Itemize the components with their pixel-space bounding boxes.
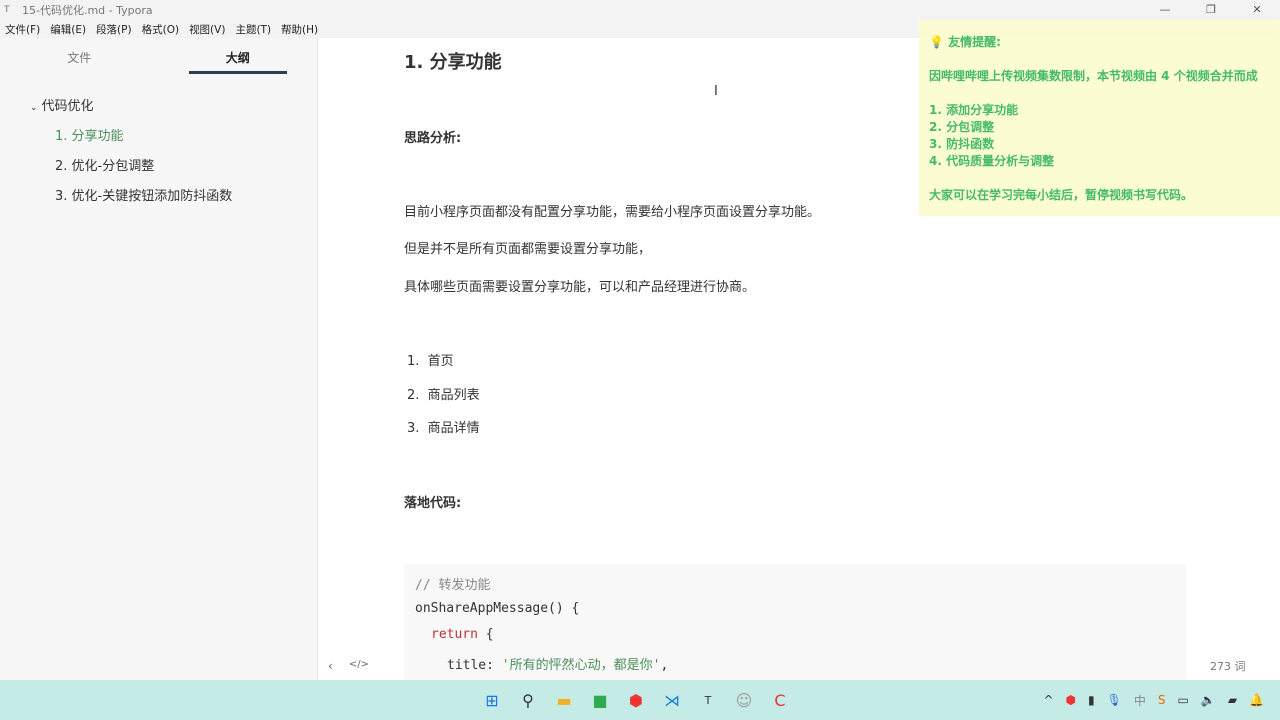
menu-paragraph[interactable]: 段落(P) — [96, 22, 132, 37]
file-explorer-icon[interactable]: ▬ — [546, 682, 582, 718]
search-icon[interactable]: ⚲ — [510, 682, 546, 718]
menu-edit[interactable]: 编辑(E) — [50, 22, 86, 37]
chevron-up-icon[interactable]: ^ — [1043, 693, 1053, 707]
code-line: return { — [431, 627, 494, 642]
code-line: onShareAppMessage() { — [415, 600, 580, 616]
outline-item-root[interactable]: ⌄ 代码优化 — [0, 92, 317, 122]
code-block[interactable]: // 转发功能 onShareAppMessage() { return { t… — [404, 564, 1186, 680]
window-title: 15-代码优化.md - Typora — [22, 4, 153, 17]
volume-icon[interactable]: 🔈 — [1201, 693, 1216, 707]
bookmark-icon[interactable]: ▮ — [1088, 693, 1095, 707]
menu-theme[interactable]: 主题(T) — [235, 22, 271, 37]
sogou-icon[interactable]: S — [1158, 693, 1166, 707]
menu-file[interactable]: 文件(F) — [5, 22, 40, 37]
app-c-icon[interactable]: C — [762, 682, 798, 718]
microphone-icon[interactable]: 🎙 — [1107, 693, 1122, 707]
tip-overlay: 💡 友情提醒: 因哔哩哔哩上传视频集数限制，本节视频由 4 个视频合并而成 1.… — [919, 20, 1280, 216]
source-code-toggle-icon[interactable]: </> — [349, 659, 369, 673]
paragraph: 具体哪些页面需要设置分享功能，可以和产品经理进行协商。 — [404, 280, 756, 295]
system-tray: ^ ⬢ ▮ 🎙 中 S ▭ 🔈 ▰ 🔔 — [1043, 680, 1264, 720]
code-title: 落地代码: — [404, 496, 462, 511]
tip-item: 1. 添加分享功能 — [929, 103, 1019, 117]
text-cursor: I — [714, 84, 718, 99]
sidebar: 文件 大纲 ⌄ 代码优化 1. 分享功能 2. 优化-分包调整 3. 优化-关键按… — [0, 38, 318, 680]
tip-title: 友情提醒: — [948, 35, 1001, 49]
close-button[interactable]: ✕ — [1234, 0, 1280, 20]
outline-item[interactable]: 1. 分享功能 — [0, 122, 317, 152]
typora-icon[interactable]: T — [690, 682, 726, 718]
tab-outline[interactable]: 大纲 — [159, 38, 318, 74]
chevron-down-icon[interactable]: ⌄ — [30, 103, 38, 113]
app-green-icon[interactable]: ■ — [582, 682, 618, 718]
paragraph: 但是并不是所有页面都需要设置分享功能， — [404, 242, 652, 257]
tip-footer: 大家可以在学习完每小结后，暂停视频书写代码。 — [929, 188, 1194, 202]
list-item: 3. 商品详情 — [407, 421, 480, 436]
outline-label: 代码优化 — [41, 99, 94, 114]
list-item: 1. 首页 — [407, 354, 454, 369]
analysis-title: 思路分析: — [404, 131, 462, 146]
outline: ⌄ 代码优化 1. 分享功能 2. 优化-分包调整 3. 优化-关键按钮添加防抖函… — [0, 74, 317, 212]
tray-app-icon[interactable]: ⬢ — [1066, 693, 1076, 707]
lightbulb-icon: 💡 — [929, 35, 944, 49]
heading: 1. 分享功能 — [404, 52, 502, 73]
menu-format[interactable]: 格式(O) — [142, 22, 179, 37]
tip-line: 因哔哩哔哩上传视频集数限制，本节视频由 4 个视频合并而成 — [929, 69, 1258, 83]
menu-help[interactable]: 帮助(H) — [281, 22, 318, 37]
tab-files[interactable]: 文件 — [0, 38, 159, 74]
restore-button[interactable]: ❐ — [1188, 0, 1234, 20]
minimize-button[interactable]: — — [1142, 0, 1188, 20]
battery-icon[interactable]: ▰ — [1228, 693, 1237, 707]
app-icon: T — [4, 5, 10, 15]
tip-item: 2. 分包调整 — [929, 120, 995, 134]
chevron-left-icon[interactable]: ‹ — [328, 659, 333, 673]
ime-icon[interactable]: 中 — [1134, 692, 1146, 709]
tip-item: 3. 防抖函数 — [929, 137, 995, 151]
title-bar: T 15-代码优化.md - Typora — ❐ ✕ — [0, 0, 1280, 20]
notification-bell-icon[interactable]: 🔔 — [1249, 693, 1264, 707]
vscode-icon[interactable]: ⋊ — [654, 682, 690, 718]
paragraph: 目前小程序页面都没有配置分享功能，需要给小程序页面设置分享功能。 — [404, 205, 821, 220]
app-red-icon[interactable]: ⬢ — [618, 682, 654, 718]
menu-view[interactable]: 视图(V) — [189, 22, 225, 37]
outline-item[interactable]: 2. 优化-分包调整 — [0, 152, 317, 182]
list-item: 2. 商品列表 — [407, 388, 480, 403]
word-count[interactable]: 273 词 — [1210, 660, 1246, 674]
app-face-icon[interactable]: ☺ — [726, 682, 762, 718]
network-icon[interactable]: ▭ — [1178, 693, 1189, 707]
start-icon[interactable]: ⊞ — [474, 682, 510, 718]
outline-item[interactable]: 3. 优化-关键按钮添加防抖函数 — [0, 182, 317, 212]
code-comment: // 转发功能 — [415, 578, 491, 593]
taskbar: ⊞ ⚲ ▬ ■ ⬢ ⋊ T ☺ C ^ ⬢ ▮ 🎙 中 S ▭ 🔈 ▰ 🔔 — [0, 680, 1280, 720]
code-line: title: '所有的怦然心动，都是你', — [447, 657, 669, 673]
tip-item: 4. 代码质量分析与调整 — [929, 154, 1055, 168]
